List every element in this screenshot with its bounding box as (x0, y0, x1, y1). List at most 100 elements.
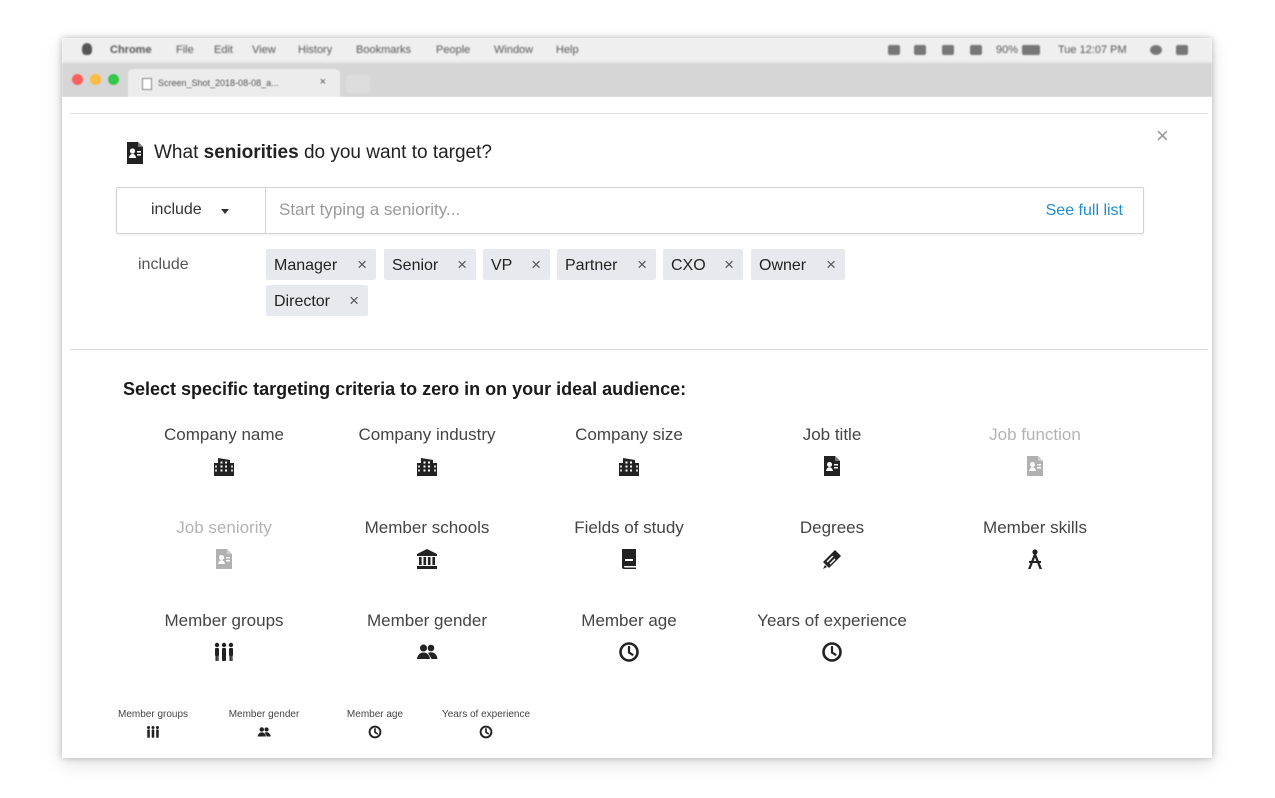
criterion-label: Member schools (364, 518, 490, 537)
pill-owner: Owner × (751, 249, 845, 280)
criterion-years-of-experience[interactable]: Years of experience (732, 611, 932, 683)
menu-edit[interactable]: Edit (214, 44, 233, 56)
people-icon (416, 641, 438, 663)
mini-criterion-years-of-experience[interactable]: Years of experience (431, 709, 541, 743)
compass-icon (1024, 548, 1046, 570)
criterion-company-size[interactable]: Company size (529, 425, 729, 497)
school-icon (416, 548, 438, 570)
criterion-label: Job seniority (176, 518, 272, 537)
pill-label: Partner (565, 257, 618, 274)
criterion-company-industry[interactable]: Company industry (327, 425, 527, 497)
page-title: What seniorities do you want to target? (154, 142, 492, 164)
criterion-label: Years of experience (757, 611, 907, 630)
tab-title: Screen_Shot_2018-08-08_a... (158, 78, 279, 88)
remove-icon[interactable]: × (531, 255, 541, 275)
menu-chrome[interactable]: Chrome (110, 44, 152, 56)
wifi-icon[interactable] (970, 45, 982, 55)
section-divider (70, 349, 1208, 350)
criterion-job-seniority: Job seniority (124, 518, 324, 590)
top-divider (70, 113, 1208, 114)
remove-icon[interactable]: × (349, 291, 359, 311)
criterion-member-skills[interactable]: Member skills (935, 518, 1135, 590)
criterion-job-title[interactable]: Job title (732, 425, 932, 497)
notification-center-icon[interactable] (1176, 45, 1188, 55)
see-full-list-link[interactable]: See full list (1046, 202, 1123, 220)
criterion-company-name[interactable]: Company name (124, 425, 324, 497)
mini-criterion-label: Years of experience (441, 709, 531, 720)
id-card-icon (125, 141, 145, 165)
browser-tab[interactable]: Screen_Shot_2018-08-08_a... × (128, 69, 340, 97)
pill-label: Director (274, 293, 331, 310)
diploma-icon (821, 548, 843, 570)
pill-label: CXO (671, 257, 706, 274)
criterion-label: Member age (581, 611, 677, 630)
minimize-window-button[interactable] (90, 74, 101, 85)
menu-help[interactable]: Help (556, 44, 579, 56)
mini-criterion-member-age[interactable]: Member age (320, 709, 430, 743)
include-dropdown[interactable]: include (117, 188, 266, 233)
id-card-icon (213, 548, 235, 570)
tab-close-icon[interactable]: × (320, 76, 326, 88)
remove-icon[interactable]: × (357, 255, 367, 275)
clock-icon (618, 641, 640, 663)
pill-label: VP (491, 257, 513, 274)
tab-strip: Screen_Shot_2018-08-08_a... × (62, 63, 1212, 97)
menu-view[interactable]: View (252, 44, 276, 56)
question-emphasis: seniorities (203, 142, 299, 163)
mini-criterion-label: Member age (346, 709, 404, 720)
question-suffix: do you want to target? (298, 142, 492, 163)
criterion-label: Company name (163, 425, 284, 444)
remove-icon[interactable]: × (724, 255, 734, 275)
criterion-member-groups[interactable]: Member groups (124, 611, 324, 683)
menu-bookmarks[interactable]: Bookmarks (356, 44, 411, 56)
apple-icon[interactable] (82, 43, 92, 55)
question-prefix: What (154, 142, 204, 163)
criterion-label: Job function (989, 425, 1081, 444)
close-icon[interactable]: × (1156, 125, 1169, 147)
include-dropdown-label: include (151, 201, 202, 218)
seniority-search-box: include See full list (116, 187, 1144, 234)
seniority-search-input[interactable] (267, 190, 1019, 230)
clock-icon (368, 725, 382, 739)
id-card-icon (821, 455, 843, 477)
menubar-clock[interactable]: Tue 12:07 PM (1058, 44, 1127, 56)
mini-criterion-label: Member gender (228, 709, 300, 720)
mini-criterion-member-gender[interactable]: Member gender (209, 709, 319, 743)
criterion-label: Job title (802, 425, 862, 444)
book-icon (618, 548, 640, 570)
remove-icon[interactable]: × (826, 255, 836, 275)
close-window-button[interactable] (72, 74, 83, 85)
building-icon (213, 455, 235, 477)
group-icon (146, 725, 160, 739)
pill-partner: Partner × (557, 249, 656, 280)
building-icon (416, 455, 438, 477)
criterion-member-age[interactable]: Member age (529, 611, 729, 683)
criterion-label: Company size (575, 425, 683, 444)
pill-label: Owner (759, 257, 807, 274)
menu-people[interactable]: People (436, 44, 470, 56)
remove-icon[interactable]: × (637, 255, 647, 275)
page-content: × What seniorities do you want to target… (62, 97, 1212, 758)
status-cloud-icon[interactable] (914, 45, 926, 55)
criteria-heading: Select specific targeting criteria to ze… (123, 379, 687, 399)
menu-history[interactable]: History (298, 44, 332, 56)
criterion-label: Degrees (799, 518, 865, 537)
criterion-label: Company industry (358, 425, 496, 444)
criterion-member-schools[interactable]: Member schools (327, 518, 527, 590)
mini-criterion-member-groups[interactable]: Member groups (98, 709, 208, 743)
status-app-icon[interactable] (888, 45, 900, 55)
status-display-icon[interactable] (942, 45, 954, 55)
criterion-degrees[interactable]: Degrees (732, 518, 932, 590)
menu-file[interactable]: File (176, 44, 194, 56)
pill-label: Senior (392, 257, 439, 274)
battery-percent: 90% (996, 44, 1019, 56)
spotlight-search-icon[interactable] (1150, 45, 1162, 55)
criterion-fields-of-study[interactable]: Fields of study (529, 518, 729, 590)
remove-icon[interactable]: × (457, 255, 467, 275)
zoom-window-button[interactable] (108, 74, 119, 85)
clock-icon (821, 641, 843, 663)
menu-window[interactable]: Window (494, 44, 533, 56)
battery-icon[interactable] (1022, 45, 1040, 55)
criterion-member-gender[interactable]: Member gender (327, 611, 527, 683)
new-tab-button[interactable] (346, 75, 370, 93)
